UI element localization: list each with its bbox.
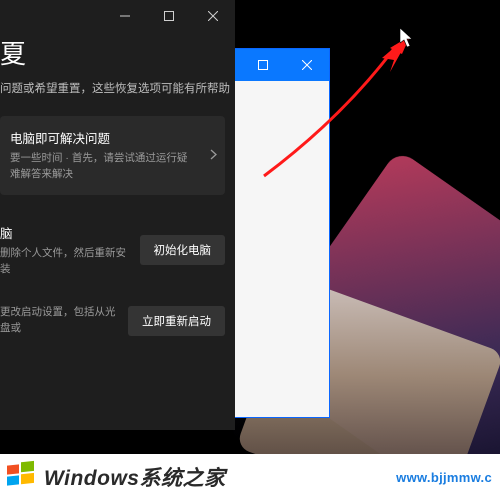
close-icon (208, 11, 218, 21)
close-button[interactable] (191, 0, 235, 32)
windows-logo-icon (4, 460, 38, 494)
close-icon (302, 60, 312, 70)
page-title: 夏 (0, 32, 235, 81)
watermark-brand: Windows系统之家 (44, 462, 225, 492)
section-desc: 更改启动设置，包括从光盘或 (0, 305, 118, 337)
darkwin-titlebar (0, 0, 235, 32)
maximize-icon (164, 11, 174, 21)
cursor-icon (400, 28, 414, 48)
card-desc: 要一些时间 · 首先，请尝试通过运行疑难解答来解决 (10, 151, 197, 183)
restart-now-button[interactable]: 立即重新启动 (128, 306, 225, 336)
settings-window: 夏 问题或希望重置，这些恢复选项可能有所帮助 电脑即可解决问题 要一些时间 · … (0, 0, 235, 430)
maximize-icon (258, 60, 268, 70)
chevron-right-icon (210, 147, 217, 165)
maximize-button[interactable] (147, 0, 191, 32)
close-button[interactable] (285, 49, 329, 81)
page-subtitle: 问题或希望重置，这些恢复选项可能有所帮助 (0, 81, 235, 116)
mouse-cursor (400, 28, 414, 48)
watermark-url: www.bjjmmw.c (396, 470, 492, 485)
troubleshoot-card[interactable]: 电脑即可解决问题 要一些时间 · 首先，请尝试通过运行疑难解答来解决 (0, 116, 225, 195)
reset-pc-section: 脑 删除个人文件，然后重新安装 初始化电脑 (0, 223, 225, 278)
section-desc: 删除个人文件，然后重新安装 (0, 246, 130, 278)
advanced-startup-section: 更改启动设置，包括从光盘或 立即重新启动 (0, 305, 225, 337)
minimize-icon (120, 11, 130, 21)
reset-pc-button[interactable]: 初始化电脑 (140, 235, 226, 265)
minimize-button[interactable] (103, 0, 147, 32)
section-title: 脑 (0, 223, 130, 242)
card-title: 电脑即可解决问题 (10, 128, 197, 147)
watermark-strip: Windows系统之家 www.bjjmmw.c (0, 454, 500, 500)
maximize-button[interactable] (241, 49, 285, 81)
